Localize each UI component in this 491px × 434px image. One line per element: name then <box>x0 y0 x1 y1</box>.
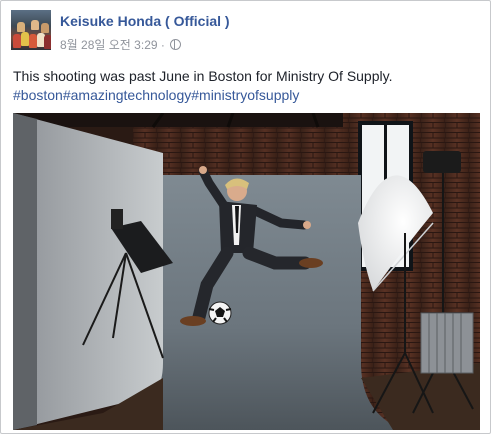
page-avatar[interactable] <box>11 10 51 50</box>
soccer-ball <box>208 301 232 325</box>
hashtag-ministryofsupply[interactable]: #ministryofsupply <box>191 87 299 103</box>
meta-separator: · <box>160 38 165 52</box>
post-text-line: This shooting was past June in Boston fo… <box>13 68 393 84</box>
post-photo[interactable] <box>13 113 480 430</box>
globe-icon[interactable] <box>170 39 182 50</box>
hashtag-amazingtechnology[interactable]: #amazingtechnology <box>63 87 191 103</box>
studio-photo-illustration <box>13 113 480 430</box>
facebook-post-card: Keisuke Honda ( Official ) 8월 28일 오전 3:2… <box>0 0 491 434</box>
page-name-link[interactable]: Keisuke Honda ( Official ) <box>60 13 230 29</box>
hashtag-row: #boston#amazingtechnology#ministryofsupp… <box>13 86 479 105</box>
hashtag-boston[interactable]: #boston <box>13 87 63 103</box>
post-text: This shooting was past June in Boston fo… <box>13 67 479 105</box>
post-meta: 8월 28일 오전 3:29 · <box>60 36 182 53</box>
post-timestamp[interactable]: 8월 28일 오전 3:29 <box>60 38 158 52</box>
